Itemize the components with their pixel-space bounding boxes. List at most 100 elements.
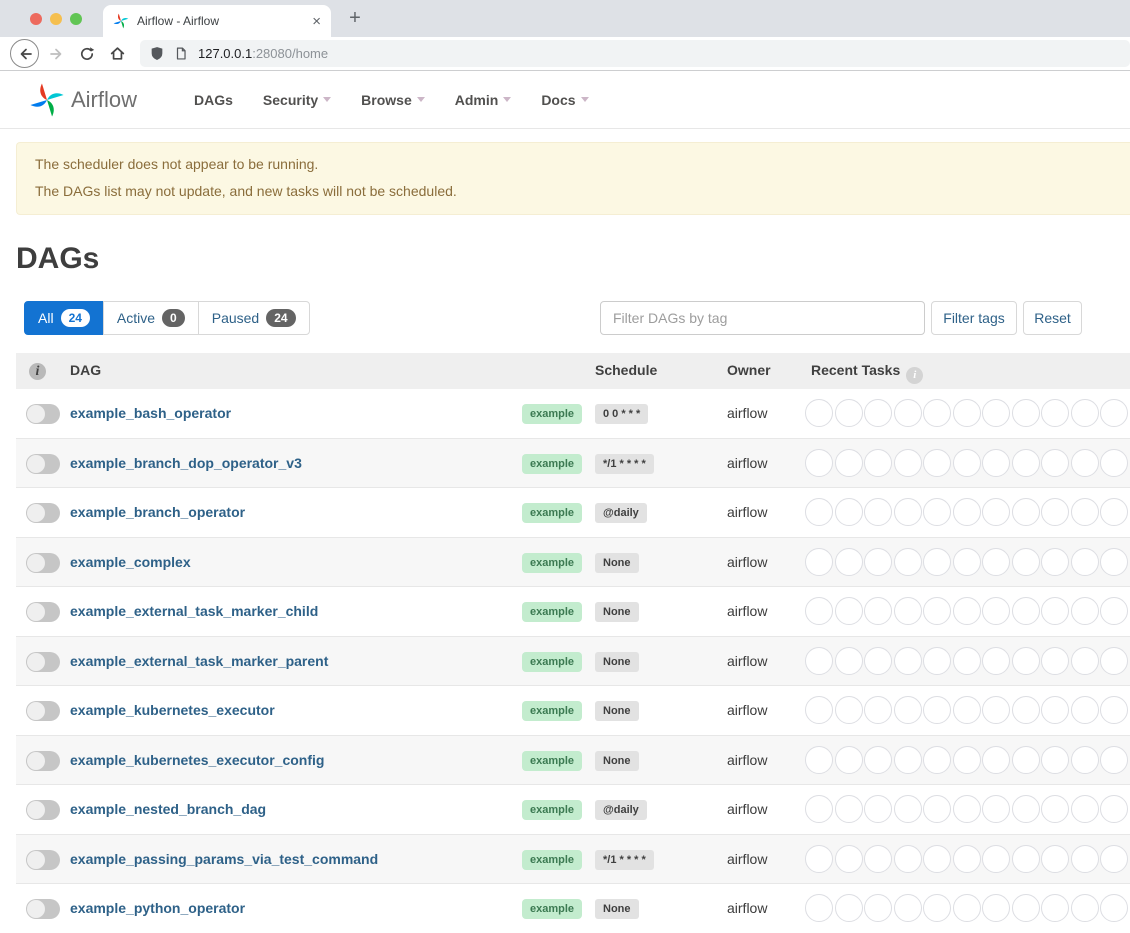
nav-item-admin[interactable]: Admin: [440, 92, 527, 108]
task-status-circle[interactable]: [1012, 399, 1040, 427]
new-tab-button[interactable]: +: [342, 6, 368, 32]
task-status-circle[interactable]: [982, 498, 1010, 526]
dag-link[interactable]: example_bash_operator: [70, 405, 231, 421]
task-status-circle[interactable]: [894, 498, 922, 526]
nav-item-dags[interactable]: DAGs: [179, 92, 248, 108]
forward-icon[interactable]: [49, 46, 65, 62]
task-status-circle[interactable]: [953, 449, 981, 477]
task-status-circle[interactable]: [953, 795, 981, 823]
page-icon[interactable]: [174, 46, 188, 61]
browser-tab[interactable]: Airflow - Airflow ×: [103, 5, 331, 37]
task-status-circle[interactable]: [1100, 746, 1128, 774]
task-status-circle[interactable]: [894, 746, 922, 774]
task-status-circle[interactable]: [864, 399, 892, 427]
task-status-circle[interactable]: [1041, 746, 1069, 774]
task-status-circle[interactable]: [1071, 795, 1099, 823]
task-status-circle[interactable]: [923, 597, 951, 625]
nav-item-security[interactable]: Security: [248, 92, 346, 108]
close-window-button[interactable]: [30, 13, 42, 25]
dag-tag-badge[interactable]: example: [522, 404, 582, 424]
task-status-circle[interactable]: [1012, 696, 1040, 724]
task-status-circle[interactable]: [835, 795, 863, 823]
task-status-circle[interactable]: [864, 548, 892, 576]
task-status-circle[interactable]: [1041, 894, 1069, 922]
task-status-circle[interactable]: [894, 894, 922, 922]
task-status-circle[interactable]: [835, 746, 863, 774]
dag-link[interactable]: example_external_task_marker_child: [70, 603, 318, 619]
task-status-circle[interactable]: [894, 696, 922, 724]
task-status-circle[interactable]: [982, 894, 1010, 922]
dag-pause-toggle[interactable]: [26, 553, 60, 573]
task-status-circle[interactable]: [982, 746, 1010, 774]
task-status-circle[interactable]: [923, 894, 951, 922]
dag-link[interactable]: example_kubernetes_executor: [70, 702, 275, 718]
nav-item-browse[interactable]: Browse: [346, 92, 440, 108]
dag-link[interactable]: example_external_task_marker_parent: [70, 653, 328, 669]
task-status-circle[interactable]: [923, 845, 951, 873]
task-status-circle[interactable]: [805, 647, 833, 675]
task-status-circle[interactable]: [1100, 696, 1128, 724]
brand-text[interactable]: Airflow: [71, 87, 137, 113]
dag-tag-badge[interactable]: example: [522, 602, 582, 622]
dag-pause-toggle[interactable]: [26, 800, 60, 820]
task-status-circle[interactable]: [953, 894, 981, 922]
url-bar[interactable]: 127.0.0.1:28080/home: [140, 40, 1130, 67]
task-status-circle[interactable]: [982, 548, 1010, 576]
task-status-circle[interactable]: [982, 597, 1010, 625]
task-status-circle[interactable]: [1012, 647, 1040, 675]
dag-tag-badge[interactable]: example: [522, 553, 582, 573]
task-status-circle[interactable]: [1071, 399, 1099, 427]
task-status-circle[interactable]: [1100, 795, 1128, 823]
task-status-circle[interactable]: [1041, 399, 1069, 427]
task-status-circle[interactable]: [894, 399, 922, 427]
task-status-circle[interactable]: [982, 647, 1010, 675]
task-status-circle[interactable]: [1100, 845, 1128, 873]
task-status-circle[interactable]: [1100, 498, 1128, 526]
task-status-circle[interactable]: [805, 894, 833, 922]
task-status-circle[interactable]: [982, 449, 1010, 477]
task-status-circle[interactable]: [1012, 746, 1040, 774]
task-status-circle[interactable]: [1012, 548, 1040, 576]
dag-link[interactable]: example_nested_branch_dag: [70, 801, 266, 817]
task-status-circle[interactable]: [1100, 548, 1128, 576]
zoom-window-button[interactable]: [70, 13, 82, 25]
nav-item-docs[interactable]: Docs: [526, 92, 603, 108]
task-status-circle[interactable]: [864, 498, 892, 526]
dag-link[interactable]: example_complex: [70, 554, 191, 570]
home-icon[interactable]: [109, 45, 126, 62]
schedule-badge[interactable]: */1 * * * *: [595, 454, 654, 474]
task-status-circle[interactable]: [1071, 548, 1099, 576]
task-status-circle[interactable]: [1041, 795, 1069, 823]
tag-search-input[interactable]: [600, 301, 925, 335]
task-status-circle[interactable]: [1041, 548, 1069, 576]
dag-pause-toggle[interactable]: [26, 850, 60, 870]
task-status-circle[interactable]: [835, 894, 863, 922]
task-status-circle[interactable]: [923, 498, 951, 526]
task-status-circle[interactable]: [894, 845, 922, 873]
task-status-circle[interactable]: [1071, 449, 1099, 477]
task-status-circle[interactable]: [864, 845, 892, 873]
task-status-circle[interactable]: [982, 845, 1010, 873]
minimize-window-button[interactable]: [50, 13, 62, 25]
task-status-circle[interactable]: [1041, 647, 1069, 675]
task-status-circle[interactable]: [953, 597, 981, 625]
task-status-circle[interactable]: [923, 548, 951, 576]
task-status-circle[interactable]: [1071, 647, 1099, 675]
tab-close-icon[interactable]: ×: [312, 14, 321, 29]
task-status-circle[interactable]: [864, 597, 892, 625]
filter-tags-button[interactable]: Filter tags: [931, 301, 1017, 335]
task-status-circle[interactable]: [805, 597, 833, 625]
task-status-circle[interactable]: [805, 399, 833, 427]
task-status-circle[interactable]: [864, 746, 892, 774]
task-status-circle[interactable]: [835, 548, 863, 576]
task-status-circle[interactable]: [1071, 498, 1099, 526]
task-status-circle[interactable]: [923, 696, 951, 724]
task-status-circle[interactable]: [1041, 597, 1069, 625]
tab-all-dags[interactable]: All 24: [24, 301, 104, 335]
task-status-circle[interactable]: [805, 746, 833, 774]
task-status-circle[interactable]: [1100, 894, 1128, 922]
schedule-badge[interactable]: 0 0 * * *: [595, 404, 648, 424]
dag-link[interactable]: example_branch_operator: [70, 504, 245, 520]
airflow-logo[interactable]: [29, 82, 65, 118]
task-status-circle[interactable]: [1100, 399, 1128, 427]
